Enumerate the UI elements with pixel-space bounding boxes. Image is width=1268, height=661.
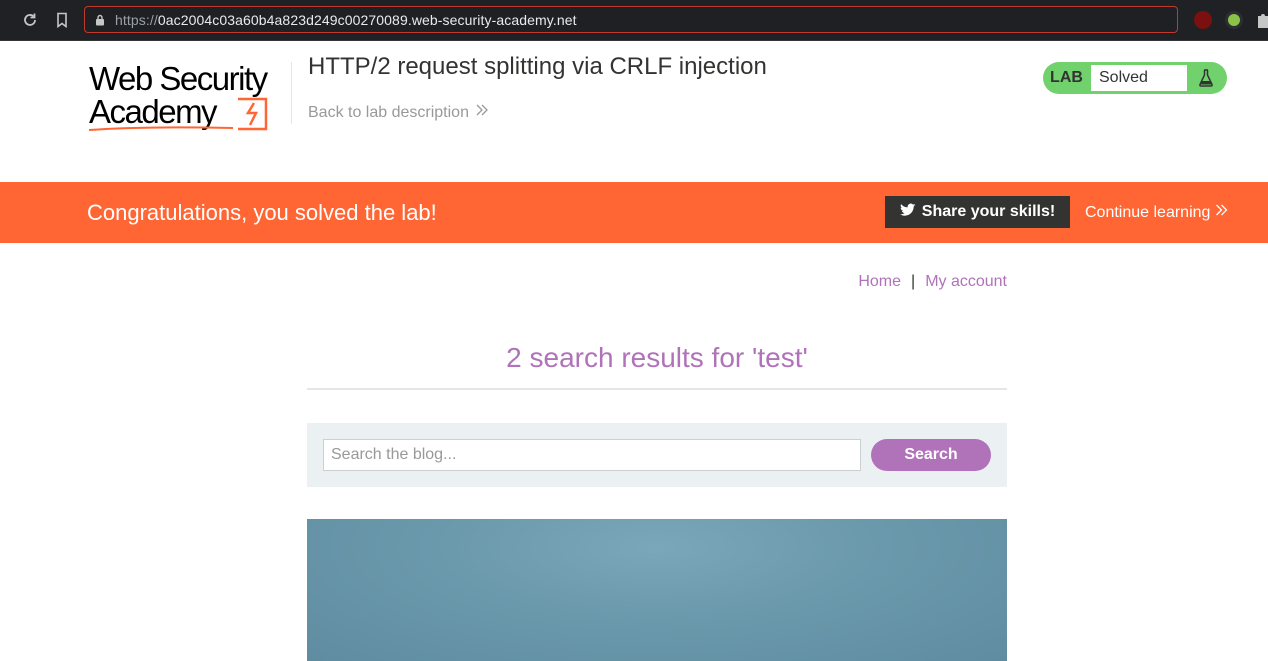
flask-icon [1188,69,1224,87]
share-skills-button[interactable]: Share your skills! [885,196,1070,228]
solved-banner: Congratulations, you solved the lab! Sha… [0,182,1268,243]
logo-divider [291,62,292,124]
bookmark-icon[interactable] [51,9,73,31]
web-security-academy-logo[interactable]: Web Security Academy [87,57,292,135]
extensions-puzzle-icon[interactable] [1256,11,1268,29]
page-nav: Home | My account [858,273,1007,291]
lab-label: LAB [1050,69,1083,86]
lab-status-text: Solved [1090,64,1188,92]
home-link[interactable]: Home [858,273,901,291]
search-button[interactable]: Search [871,439,991,471]
svg-text:Academy: Academy [89,93,218,130]
extension-icon[interactable] [1225,11,1243,29]
back-to-lab-description-link[interactable]: Back to lab description [308,103,489,122]
browser-toolbar: https://0ac2004c03a60b4a823d249c00270089… [0,0,1268,41]
blog-post-image[interactable] [307,519,1007,661]
continue-learning-label: Continue learning [1085,203,1211,221]
search-results-heading: 2 search results for 'test' [506,342,808,373]
heading-divider [307,388,1007,390]
my-account-link[interactable]: My account [925,273,1007,291]
blog-search-form: Search [307,423,1007,487]
address-bar[interactable]: https://0ac2004c03a60b4a823d249c00270089… [84,6,1178,33]
url-text: https://0ac2004c03a60b4a823d249c00270089… [115,11,577,28]
reload-icon[interactable] [19,9,41,31]
lab-title: HTTP/2 request splitting via CRLF inject… [308,53,767,80]
back-link-label: Back to lab description [308,103,469,121]
continue-learning-link[interactable]: Continue learning [1085,203,1228,222]
double-chevron-right-icon [475,103,489,122]
nav-separator: | [911,273,916,290]
congratulations-message: Congratulations, you solved the lab! [87,200,437,225]
double-chevron-right-icon [1215,203,1228,222]
lab-status-widget: LAB Solved [1043,62,1227,94]
ublock-extension-icon[interactable] [1194,11,1212,29]
lock-icon [85,14,115,26]
share-skills-label: Share your skills! [921,203,1056,220]
search-input[interactable] [323,439,861,471]
twitter-icon [899,203,916,222]
svg-text:Web Security: Web Security [89,60,269,97]
